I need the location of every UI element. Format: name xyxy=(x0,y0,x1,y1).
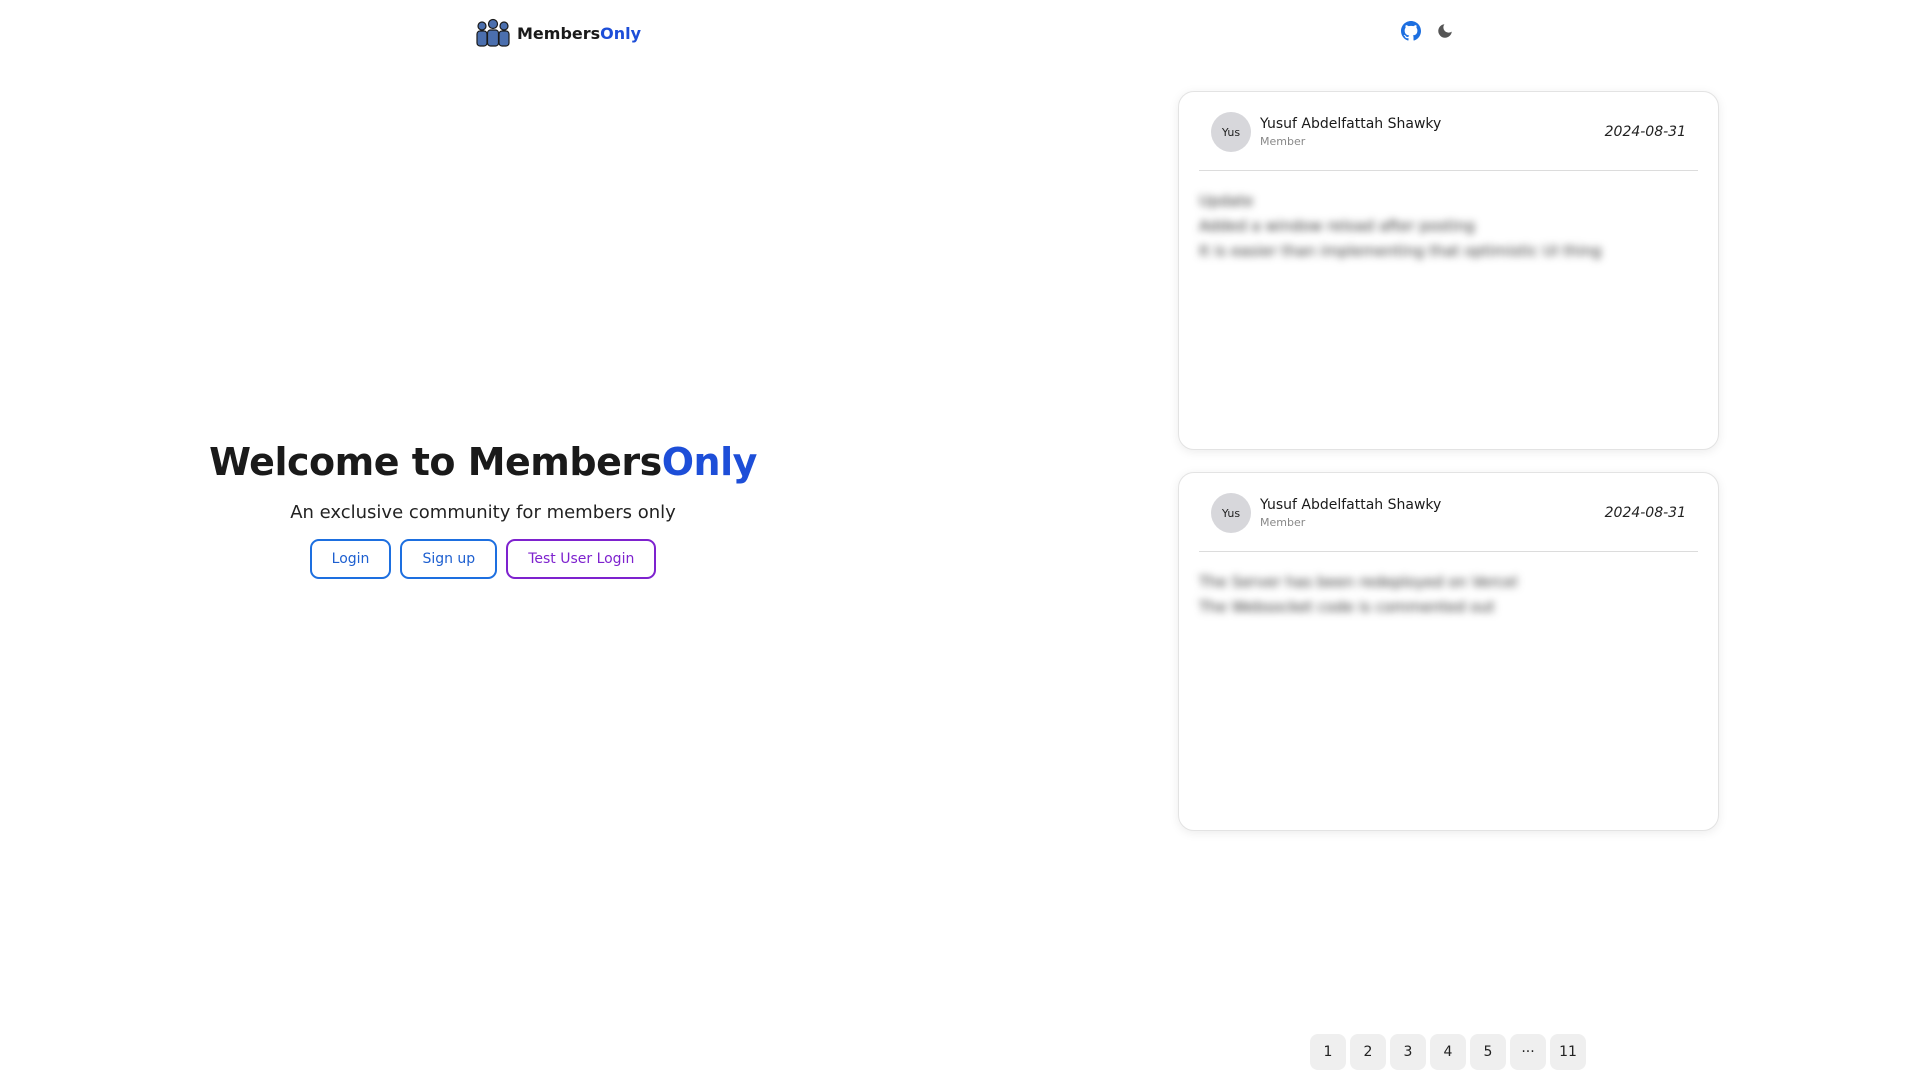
post-line: The Server has been redeployed on Vercel xyxy=(1199,573,1518,591)
github-link[interactable] xyxy=(1400,20,1422,42)
post-line: Update xyxy=(1199,192,1254,210)
author-role: Member xyxy=(1260,516,1306,529)
page-button-5[interactable]: 5 xyxy=(1470,1034,1506,1070)
hero-title: Welcome to MembersOnly xyxy=(208,440,758,484)
logo-text: MembersOnly xyxy=(517,24,641,43)
post-header: Yus Yusuf Abdelfattah Shawky Member 2024… xyxy=(1199,493,1698,552)
post-body: Update Added a window reload after posti… xyxy=(1199,171,1698,264)
hero-section: Welcome to MembersOnly An exclusive comm… xyxy=(208,440,758,579)
author-name: Yusuf Abdelfattah Shawky xyxy=(1260,116,1442,132)
page-button-1[interactable]: 1 xyxy=(1310,1034,1346,1070)
page-button-2[interactable]: 2 xyxy=(1350,1034,1386,1070)
hero-title-accent: Only xyxy=(661,440,758,484)
post-card: Yus Yusuf Abdelfattah Shawky Member 2024… xyxy=(1178,472,1719,831)
signup-button[interactable]: Sign up xyxy=(400,539,498,579)
post-line: The Websocket code is commented out xyxy=(1199,598,1495,616)
hero-subtitle: An exclusive community for members only xyxy=(290,502,676,523)
hero-title-main: Welcome to Members xyxy=(209,440,662,484)
posts-list: Yus Yusuf Abdelfattah Shawky Member 2024… xyxy=(1178,91,1719,853)
hero-buttons: Login Sign up Test User Login xyxy=(208,539,758,579)
post-header: Yus Yusuf Abdelfattah Shawky Member 2024… xyxy=(1199,112,1698,171)
app-logo[interactable]: MembersOnly xyxy=(475,18,641,48)
page-ellipsis[interactable]: ··· xyxy=(1510,1034,1546,1070)
test-user-login-button[interactable]: Test User Login xyxy=(506,539,657,579)
post-line: Added a window reload after posting xyxy=(1199,217,1475,235)
post-body: The Server has been redeployed on Vercel… xyxy=(1199,552,1698,620)
github-icon xyxy=(1401,21,1421,41)
logo-text-main: Members xyxy=(517,23,601,43)
page-button-11[interactable]: 11 xyxy=(1550,1034,1586,1070)
avatar: Yus xyxy=(1211,493,1251,533)
post-author: Yusuf Abdelfattah Shawky Member xyxy=(1260,497,1605,529)
members-icon xyxy=(476,18,510,47)
moon-icon xyxy=(1438,24,1452,38)
logo-text-accent: Only xyxy=(600,23,642,43)
post-card: Yus Yusuf Abdelfattah Shawky Member 2024… xyxy=(1178,91,1719,450)
pagination: 1 2 3 4 5 ··· 11 xyxy=(1310,1034,1586,1070)
author-name: Yusuf Abdelfattah Shawky xyxy=(1260,497,1442,513)
page-button-3[interactable]: 3 xyxy=(1390,1034,1426,1070)
page-button-4[interactable]: 4 xyxy=(1430,1034,1466,1070)
post-line: It is easier than implementing that opti… xyxy=(1199,242,1602,260)
post-date: 2024-08-31 xyxy=(1604,124,1686,140)
login-button[interactable]: Login xyxy=(309,539,392,579)
author-role: Member xyxy=(1260,135,1306,148)
avatar: Yus xyxy=(1211,112,1251,152)
post-date: 2024-08-31 xyxy=(1604,505,1686,521)
post-author: Yusuf Abdelfattah Shawky Member xyxy=(1260,116,1605,148)
theme-toggle[interactable] xyxy=(1434,20,1456,42)
header-actions xyxy=(1400,20,1456,42)
